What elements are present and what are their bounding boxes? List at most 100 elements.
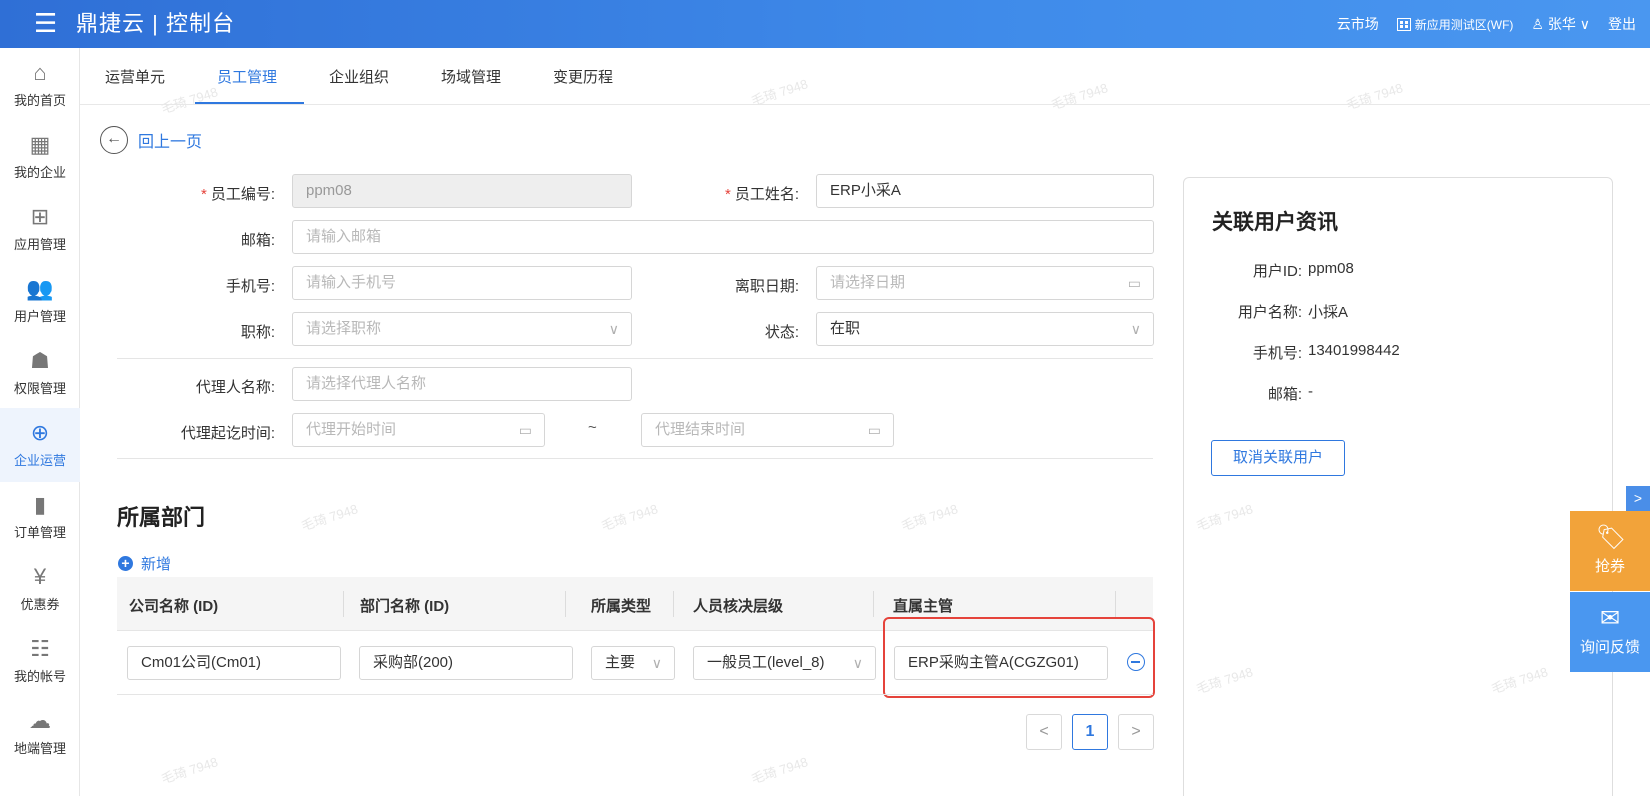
building-icon: ▦	[29, 132, 51, 157]
sidebar-item-label: 权限管理	[13, 381, 66, 396]
hamburger-icon[interactable]: ☰	[34, 8, 57, 38]
watermark: 毛琦 7948	[599, 501, 660, 534]
employee-id-label: * 员工编号:	[200, 186, 275, 203]
phone-field[interactable]: 请输入手机号	[292, 266, 632, 300]
arrow-left-icon: ←	[100, 126, 128, 154]
sidebar-item-label: 地端管理	[13, 741, 66, 756]
coupon-icon: 🏷	[1596, 524, 1627, 551]
section-title: 所属部门	[117, 505, 206, 530]
sidebar-item-onprem[interactable]: ☁ 地端管理	[0, 696, 80, 770]
status-value: 在职	[830, 320, 861, 337]
calendar-icon: ▭	[867, 422, 881, 438]
region-selector[interactable]: 新应用测试区(WF)	[1396, 16, 1513, 33]
sidebar-item-users[interactable]: 👥 用户管理	[0, 264, 80, 338]
sidebar-item-apps[interactable]: ⊞ 应用管理	[0, 192, 80, 266]
company-select[interactable]: Cm01公司(Cm01)	[127, 646, 341, 680]
user-email-label: 邮箱:	[1267, 386, 1302, 403]
sidebar-item-coupons[interactable]: ¥ 优惠券	[0, 552, 80, 626]
status-label: 状态:	[764, 324, 799, 341]
table-header: 公司名称 (ID) 部门名称 (ID) 所属类型 人员核决层级 直属主管	[117, 577, 1153, 631]
user-phone-value: 13401998442	[1308, 342, 1400, 359]
coupon-float-button[interactable]: 🏷 抢券	[1570, 511, 1650, 591]
sidebar: ⌂ 我的首页 ▦ 我的企业 ⊞ 应用管理 👥 用户管理 ☗ 权限管理 ⊕ 企业运…	[0, 48, 80, 796]
sidebar-item-label: 订单管理	[13, 525, 66, 540]
column-divider	[873, 591, 874, 617]
bookmark-icon: ▮	[33, 492, 47, 517]
sidebar-item-account[interactable]: ☷ 我的帐号	[0, 624, 80, 698]
feedback-float-button[interactable]: ✉ 询问反馈	[1570, 592, 1650, 672]
column-divider	[1115, 591, 1116, 617]
chevron-down-icon: ∨	[1130, 321, 1141, 337]
apps-grid-icon: ⊞	[30, 204, 50, 229]
manager-select[interactable]: ERP采购主管A(CGZG01)	[894, 646, 1108, 680]
user-icon: ♙	[1531, 16, 1544, 32]
leave-date-label: 离职日期:	[734, 278, 799, 295]
back-link[interactable]: ← 回上一页	[100, 126, 202, 154]
sidebar-item-permissions[interactable]: ☗ 权限管理	[0, 336, 80, 410]
sidebar-item-orders[interactable]: ▮ 订单管理	[0, 480, 80, 554]
tab-enterprise-org[interactable]: 企业组织	[329, 66, 389, 87]
phone-label: 手机号:	[225, 278, 275, 295]
market-link[interactable]: 云市场	[1337, 14, 1379, 34]
form-divider	[117, 458, 1153, 459]
unlink-user-button[interactable]: 取消关联用户	[1211, 440, 1345, 476]
agent-start-picker[interactable]: 代理开始时间 ▭	[292, 413, 545, 447]
add-department-button[interactable]: + 新增	[118, 553, 171, 574]
title-select[interactable]: 请选择职称 ∨	[292, 312, 632, 346]
email-label: 邮箱:	[240, 232, 275, 249]
pagination-page[interactable]: 1	[1072, 714, 1108, 750]
linked-user-card: 关联用户资讯 用户ID: ppm08 用户名称: 小採A 手机号: 134019…	[1183, 177, 1613, 796]
email-field[interactable]: 请输入邮箱	[292, 220, 1154, 254]
pagination-prev[interactable]: <	[1026, 714, 1062, 750]
column-header: 人员核决层级	[693, 598, 784, 615]
type-select[interactable]: 主要 ∨	[591, 646, 675, 680]
department-select[interactable]: 采购部(200)	[359, 646, 573, 680]
status-select[interactable]: 在职 ∨	[816, 312, 1154, 346]
coupon-icon: ¥	[33, 564, 47, 589]
user-id-label: 用户ID:	[1252, 263, 1302, 280]
sidebar-item-home[interactable]: ⌂ 我的首页	[0, 48, 80, 122]
sidebar-item-label: 企业运营	[13, 453, 66, 468]
logout-link[interactable]: 登出	[1608, 14, 1636, 34]
calendar-icon: ▭	[1127, 275, 1141, 291]
building-icon	[1396, 17, 1411, 31]
sidebar-item-enterprise[interactable]: ▦ 我的企业	[0, 120, 80, 194]
column-header: 所属类型	[591, 598, 652, 615]
leave-date-picker[interactable]: 请选择日期 ▭	[816, 266, 1154, 300]
sidebar-item-label: 优惠券	[20, 597, 60, 612]
tab-domain-management[interactable]: 场域管理	[441, 66, 501, 87]
expand-panel-button[interactable]: >	[1626, 486, 1650, 511]
user-phone-label: 手机号:	[1252, 345, 1302, 362]
home-icon: ⌂	[33, 60, 47, 85]
column-divider	[343, 591, 344, 617]
level-select[interactable]: 一般员工(level_8) ∨	[693, 646, 876, 680]
pagination-next[interactable]: >	[1118, 714, 1154, 750]
user-name-label: 用户名称:	[1237, 304, 1302, 321]
remove-row-icon[interactable]	[1127, 653, 1145, 671]
card-title: 关联用户资讯	[1212, 211, 1338, 234]
chevron-down-icon: ∨	[608, 321, 619, 337]
tab-ink-bar	[195, 102, 304, 104]
agent-end-picker[interactable]: 代理结束时间 ▭	[641, 413, 894, 447]
employee-id-field: ppm08	[292, 174, 632, 208]
user-id-value: ppm08	[1308, 260, 1354, 277]
sidebar-item-label: 用户管理	[13, 309, 66, 324]
calendar-icon: ▭	[518, 422, 532, 438]
sidebar-item-operations[interactable]: ⊕ 企业运营	[0, 408, 80, 482]
sidebar-item-label: 应用管理	[13, 237, 66, 252]
watermark: 毛琦 7948	[159, 754, 220, 787]
employee-name-field[interactable]: ERP小采A	[816, 174, 1154, 208]
tab-operating-unit[interactable]: 运营单元	[105, 66, 165, 87]
title-placeholder: 请选择职称	[306, 320, 382, 337]
tab-employee-management[interactable]: 员工管理	[217, 66, 277, 87]
brand-title: 鼎捷云 | 控制台	[76, 11, 235, 36]
agent-select[interactable]: 请选择代理人名称	[292, 367, 632, 401]
type-value: 主要	[605, 654, 636, 671]
globe-icon: ⊕	[30, 420, 50, 445]
row-divider	[117, 694, 1153, 695]
watermark: 毛琦 7948	[749, 754, 810, 787]
agent-end-placeholder: 代理结束时间	[655, 421, 746, 438]
sidebar-item-label: 我的帐号	[13, 669, 66, 684]
user-menu[interactable]: ♙ 张华 ∨	[1531, 14, 1590, 34]
tab-change-history[interactable]: 变更历程	[553, 66, 613, 87]
